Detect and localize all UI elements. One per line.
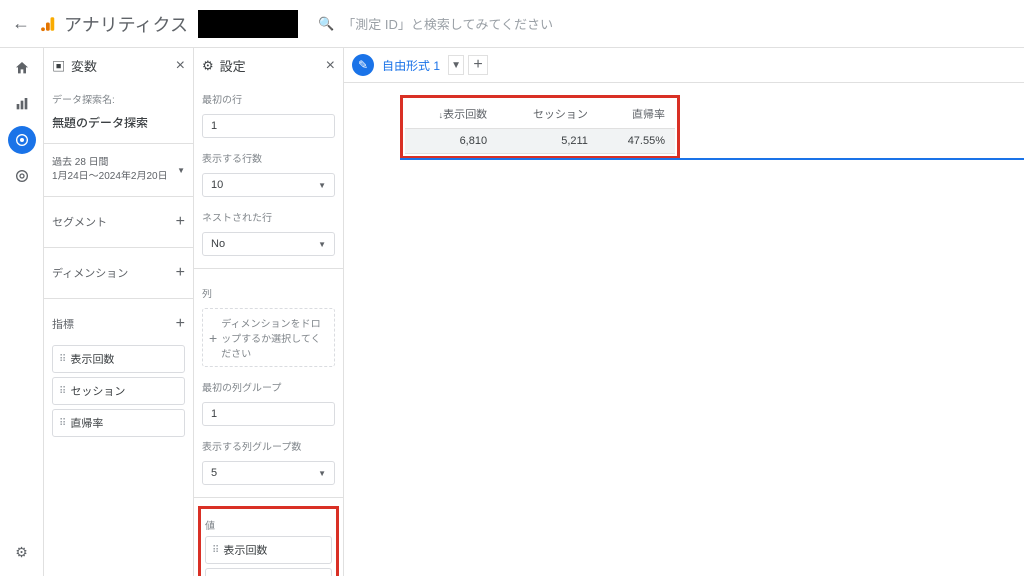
explore-name-label: データ探索名: <box>52 91 185 106</box>
tab-menu-button[interactable]: ▼ <box>448 55 464 75</box>
property-redacted[interactable] <box>198 10 298 38</box>
product-name: アナリティクス <box>64 11 188 37</box>
freeform-tab[interactable]: 自由形式 1 <box>378 55 444 76</box>
settings-title: 設定 <box>220 56 246 75</box>
metrics-section: 指標 + <box>52 311 185 337</box>
show-rows-select[interactable]: 10▼ <box>202 173 335 197</box>
metric-chip-sessions[interactable]: ⠿セッション <box>52 377 185 405</box>
column-header-views[interactable]: ↓表示回数 <box>405 100 497 129</box>
date-dropdown-icon[interactable]: ▼ <box>177 166 185 175</box>
nested-rows-label: ネストされた行 <box>202 209 335 224</box>
nested-rows-select[interactable]: No▼ <box>202 232 335 256</box>
columns-label: 列 <box>202 285 335 300</box>
explore-name-value[interactable]: 無題のデータ探索 <box>52 114 185 131</box>
dimensions-section[interactable]: ディメンション + <box>52 260 185 286</box>
table-row[interactable]: 6,810 5,211 47.55% <box>405 129 675 154</box>
segments-section[interactable]: セグメント + <box>52 209 185 235</box>
metric-chip-views[interactable]: ⠿表示回数 <box>52 345 185 373</box>
close-settings-button[interactable]: × <box>326 57 335 75</box>
nav-settings-icon[interactable]: ⚙ <box>8 538 36 566</box>
settings-icon: ⚙ <box>202 58 214 74</box>
analytics-icon <box>40 15 58 33</box>
result-table: ↓表示回数 セッション 直帰率 6,810 5,211 47.55% <box>405 100 675 154</box>
freeform-tab-icon: ✎ <box>352 54 374 76</box>
variables-icon: ▣ <box>52 56 65 75</box>
start-row-label: 最初の行 <box>202 91 335 106</box>
result-table-highlight: ↓表示回数 セッション 直帰率 6,810 5,211 47.55% <box>400 95 680 159</box>
search-placeholder: 「測定 ID」と検索してみてください <box>342 14 553 33</box>
search-icon: 🔍 <box>318 16 334 32</box>
column-header-sessions[interactable]: セッション <box>497 100 598 129</box>
nav-home-icon[interactable] <box>8 54 36 82</box>
show-rows-label: 表示する行数 <box>202 150 335 165</box>
cell-views-total: 6,810 <box>405 129 497 154</box>
show-colgroups-label: 表示する列グループ数 <box>202 438 335 453</box>
value-chip-sessions[interactable]: ⠿セッション <box>205 568 332 576</box>
metric-chip-bounce[interactable]: ⠿直帰率 <box>52 409 185 437</box>
variables-title: 変数 <box>71 56 97 75</box>
show-colgroups-select[interactable]: 5▼ <box>202 461 335 485</box>
start-colgroup-input[interactable]: 1 <box>202 402 335 426</box>
columns-dropzone[interactable]: +ディメンションをドロップするか選択してください <box>202 308 335 367</box>
date-range[interactable]: 過去 28 日間 1月24日～2024年2月20日 <box>52 156 168 184</box>
nav-explore-icon[interactable] <box>8 126 36 154</box>
cell-bounce-total: 47.55% <box>598 129 675 154</box>
add-tab-button[interactable]: + <box>468 55 488 75</box>
nav-reports-icon[interactable] <box>8 90 36 118</box>
analytics-logo: アナリティクス <box>40 11 188 37</box>
back-arrow[interactable]: ← <box>12 13 30 34</box>
add-metric-button[interactable]: + <box>176 315 185 333</box>
start-colgroup-label: 最初の列グループ <box>202 379 335 394</box>
cell-sessions-total: 5,211 <box>497 129 598 154</box>
add-dimension-button[interactable]: + <box>176 264 185 282</box>
search-box[interactable]: 🔍 「測定 ID」と検索してみてください <box>308 14 1012 33</box>
value-chip-views[interactable]: ⠿表示回数 <box>205 536 332 564</box>
nav-ads-icon[interactable] <box>8 162 36 190</box>
values-label: 値 <box>205 517 332 532</box>
add-segment-button[interactable]: + <box>176 213 185 231</box>
start-row-input[interactable]: 1 <box>202 114 335 138</box>
close-variables-button[interactable]: × <box>176 57 185 75</box>
column-header-bounce[interactable]: 直帰率 <box>598 100 675 129</box>
